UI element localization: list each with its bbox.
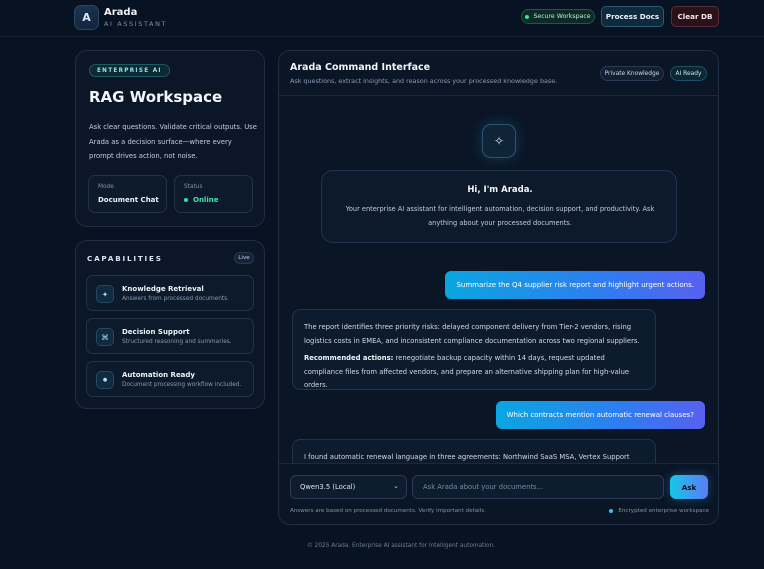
user-message: Which contracts mention automatic renewa… [495, 401, 705, 429]
welcome-title: Hi, I'm Arada. [467, 185, 533, 195]
capability-name: Automation Ready [122, 371, 195, 379]
capabilities-card: CAPABILITIES Live ✦ Knowledge Retrieval … [75, 240, 265, 409]
chat-header: Arada Command Interface Ask questions, e… [279, 51, 718, 96]
composer: Qwen3.5 (Local) ⌄ Ask Answers are based … [279, 463, 718, 524]
workspace-description: Ask clear questions. Validate critical o… [89, 123, 257, 160]
ask-button[interactable]: Ask [670, 475, 708, 499]
capability-name: Knowledge Retrieval [122, 285, 204, 293]
process-docs-button[interactable]: Process Docs [601, 6, 664, 27]
chevron-down-icon: ⌄ [393, 482, 399, 490]
footer-text: © 2025 Arada. Enterprise AI assistant fo… [307, 543, 496, 549]
encrypted-dot-icon [609, 509, 614, 513]
disclaimer-text: Answers are based on processed documents… [290, 508, 486, 514]
command-icon: ⌘ [96, 328, 114, 346]
live-badge: Live [234, 252, 254, 264]
app-logo: A [74, 5, 99, 30]
workspace-title: RAG Workspace [89, 88, 223, 106]
chat-subtitle: Ask questions, extract insights, and rea… [290, 77, 558, 85]
encrypted-note: Encrypted enterprise workspace [609, 508, 709, 514]
model-select[interactable]: Qwen3.5 (Local) ⌄ [290, 475, 407, 499]
workspace-card: ENTERPRISE AI RAG Workspace Ask clear qu… [75, 50, 265, 227]
capability-decision-support: ⌘ Decision Support Structured reasoning … [86, 318, 254, 354]
model-select-value: Qwen3.5 (Local) [300, 483, 356, 491]
welcome-card: Hi, I'm Arada. Your enterprise AI assist… [321, 170, 677, 243]
status-text: Online [193, 196, 219, 204]
app-name: Arada [104, 7, 138, 18]
status-dot-icon [525, 14, 530, 19]
status-value: Online [184, 196, 218, 204]
chat-title: Arada Command Interface [290, 62, 431, 73]
assistant-paragraph: Recommended actions: renegotiate backup … [304, 352, 644, 393]
encrypted-label: Encrypted enterprise workspace [618, 508, 709, 514]
user-message: Summarize the Q4 supplier risk report an… [445, 271, 705, 299]
status-tile: Status Online [174, 175, 253, 213]
capability-name: Decision Support [122, 328, 190, 336]
enterprise-ai-tag: ENTERPRISE AI [89, 64, 170, 77]
assistant-paragraph: The report identifies three priority ris… [304, 323, 640, 345]
capability-automation-ready: ● Automation Ready Document processing w… [86, 361, 254, 397]
sparkle-icon: ✧ [482, 124, 516, 158]
capability-knowledge-retrieval: ✦ Knowledge Retrieval Answers from proce… [86, 275, 254, 311]
clear-db-button[interactable]: Clear DB [671, 6, 719, 27]
app-subtitle: AI ASSISTANT [104, 20, 168, 28]
chat-panel: Arada Command Interface Ask questions, e… [278, 50, 719, 525]
capability-desc: Answers from processed documents. [122, 295, 230, 302]
ask-input[interactable] [412, 475, 664, 499]
mode-value: Document Chat [98, 196, 159, 204]
welcome-body: Your enterprise AI assistant for intelli… [345, 205, 655, 227]
online-dot-icon [184, 198, 188, 202]
secure-workspace-badge: Secure Workspace [521, 9, 595, 24]
top-bar: A Arada AI ASSISTANT Secure Workspace Pr… [0, 0, 764, 37]
capability-desc: Document processing workflow included. [122, 381, 242, 388]
recommended-actions-label: Recommended actions: [304, 354, 394, 362]
sparkle-icon: ✦ [96, 285, 114, 303]
ai-ready-badge: AI Ready [670, 66, 707, 81]
mode-label: Mode [98, 184, 114, 190]
capability-desc: Structured reasoning and summaries. [122, 338, 232, 345]
mode-tile: Mode Document Chat [88, 175, 167, 213]
status-label: Status [184, 184, 203, 190]
dot-icon: ● [96, 371, 114, 389]
capabilities-title: CAPABILITIES [87, 254, 163, 263]
private-knowledge-badge: Private Knowledge [600, 66, 664, 81]
assistant-message: The report identifies three priority ris… [292, 309, 656, 390]
secure-workspace-label: Secure Workspace [533, 13, 591, 20]
